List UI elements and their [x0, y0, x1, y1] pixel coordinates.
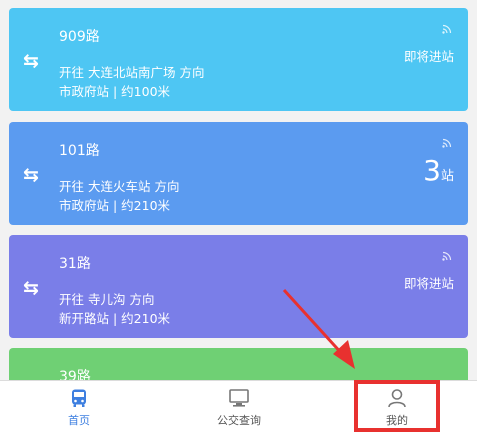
annotation-highlight-box	[354, 380, 440, 432]
annotation-arrow	[282, 288, 355, 369]
